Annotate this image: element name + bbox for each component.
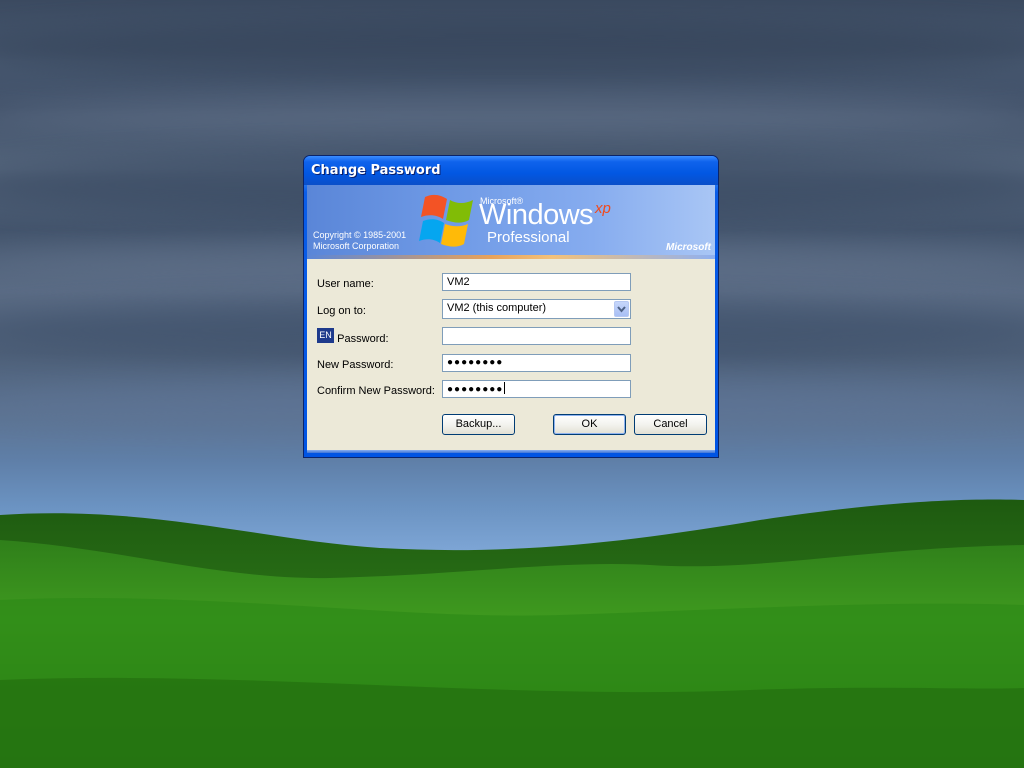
new-password-field[interactable]: ●●●●●●●● (442, 354, 631, 372)
copyright-text: Copyright © 1985-2001 Microsoft Corporat… (313, 230, 406, 252)
old-password-field[interactable] (442, 327, 631, 345)
dialog-client-area: Microsoft® Windows xp Professional Copyr… (307, 185, 715, 453)
xp-wordmark: xp (595, 200, 611, 217)
logon-select[interactable]: VM2 (this computer) (442, 299, 631, 319)
change-password-dialog: Change Password Microsoft® Windows xp Pr… (303, 155, 719, 458)
ok-button[interactable]: OK (553, 414, 626, 435)
username-field[interactable]: VM2 (442, 273, 631, 291)
copyright-line: Microsoft Corporation (313, 241, 400, 251)
dialog-title: Change Password (304, 156, 718, 185)
username-label: User name: (317, 278, 374, 290)
microsoft-brand: Microsoft (666, 242, 711, 253)
desktop-background: Change Password Microsoft® Windows xp Pr… (0, 0, 1024, 768)
cancel-button[interactable]: Cancel (634, 414, 707, 435)
windows-wordmark: Windows (479, 199, 594, 231)
windows-xp-banner: Microsoft® Windows xp Professional Copyr… (307, 185, 715, 259)
edition-wordmark: Professional (487, 229, 570, 246)
logon-select-value: VM2 (this computer) (447, 302, 547, 314)
confirm-password-value: ●●●●●●●● (447, 384, 504, 395)
language-indicator[interactable]: EN (317, 328, 334, 343)
dialog-bottom-edge (307, 450, 715, 453)
text-caret (504, 382, 506, 394)
confirm-password-field[interactable]: ●●●●●●●● (442, 380, 631, 398)
logon-label: Log on to: (317, 305, 366, 317)
new-password-label: New Password: (317, 359, 394, 371)
backup-button[interactable]: Backup... (442, 414, 515, 435)
chevron-down-icon[interactable] (614, 301, 629, 317)
copyright-line: Copyright © 1985-2001 (313, 230, 407, 240)
confirm-password-label: Confirm New Password: (317, 385, 435, 397)
banner-accent-strip (307, 255, 715, 259)
windows-flag-logo (419, 194, 473, 247)
